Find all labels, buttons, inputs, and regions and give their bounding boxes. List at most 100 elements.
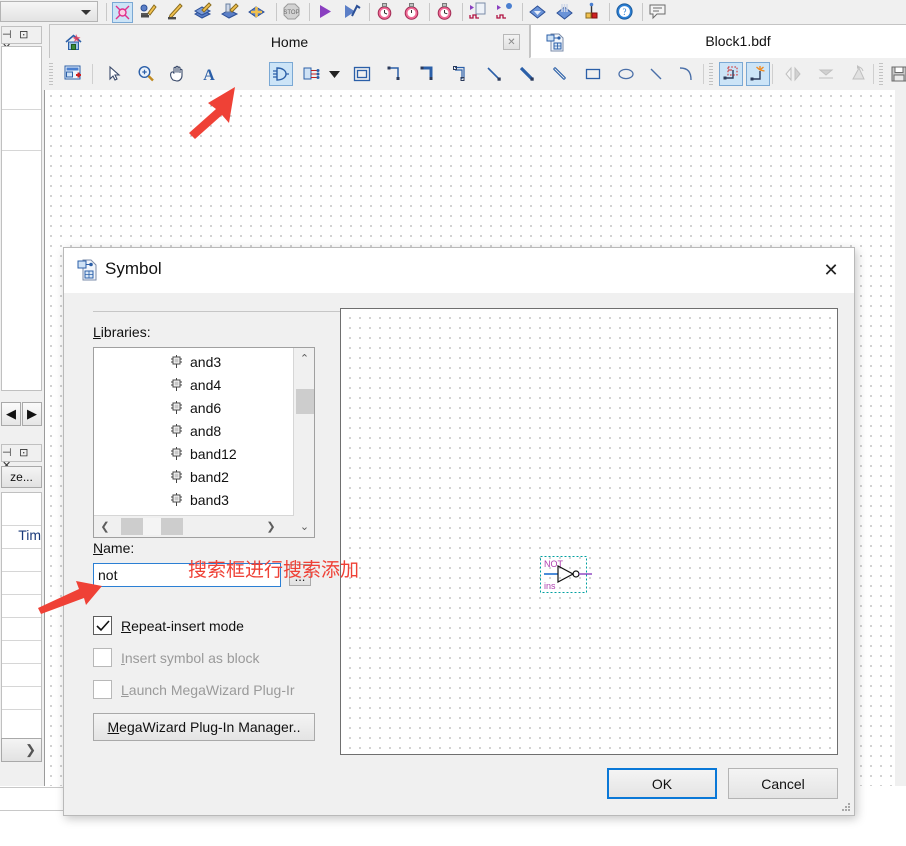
ok-button[interactable]: OK xyxy=(607,768,717,799)
toolbar-drag-grip[interactable] xyxy=(879,63,883,85)
megawizard-plugin-manager-button[interactable]: MegaWizard Plug-In Manager.. xyxy=(93,713,315,741)
orthogonal-node-tool-icon[interactable] xyxy=(383,62,407,86)
flip-vertical-icon[interactable] xyxy=(814,62,838,86)
vertical-scroll-thumb[interactable] xyxy=(296,389,314,414)
checkbox-insert-symbol-as-block[interactable]: Insert symbol as block xyxy=(93,648,260,667)
nav-prev-icon: ◀ xyxy=(6,406,16,421)
toolbar-drag-grip[interactable] xyxy=(49,63,53,85)
list-item[interactable]: and3 xyxy=(94,350,292,373)
libraries-list[interactable]: and3 and4 and6 and8 band12 band2 band3 xyxy=(94,350,292,514)
symbol-preview-pane[interactable]: NOT ins xyxy=(340,308,838,755)
analysis-synthesis-icon[interactable] xyxy=(139,2,160,23)
flip-horizontal-icon[interactable] xyxy=(781,62,805,86)
scroll-right-button[interactable]: ❯ xyxy=(260,516,282,537)
in-system-memory-editor-icon[interactable] xyxy=(582,2,603,23)
toolbar-drag-grip[interactable] xyxy=(709,63,713,85)
oval-tool-icon[interactable] xyxy=(614,62,638,86)
text-tool-icon[interactable]: A xyxy=(197,62,221,86)
block-tool-icon[interactable] xyxy=(350,62,374,86)
close-icon: ✕ xyxy=(507,36,516,48)
toolbar-separator xyxy=(609,3,610,21)
dock-panel-2-header[interactable]: ⊣ ⊡ ✕ xyxy=(1,444,42,472)
drawing-toolbar: A xyxy=(44,58,906,91)
rubberbanding-icon[interactable] xyxy=(719,62,743,86)
application-toolbar: STOP ? xyxy=(0,0,906,25)
selection-tool-icon[interactable] xyxy=(102,62,126,86)
diagonal-bus-tool-icon[interactable] xyxy=(515,62,539,86)
list-item[interactable]: and6 xyxy=(94,396,292,419)
checkbox-repeat-insert-mode[interactable]: Repeat-insert mode xyxy=(93,616,244,635)
rectangle-tool-icon[interactable] xyxy=(581,62,605,86)
dock-panel-2-action-label: ze... xyxy=(10,470,33,484)
zoom-tool-icon[interactable] xyxy=(134,62,158,86)
dock-panel-2-next-button[interactable]: ❯ xyxy=(1,738,42,762)
stop-processing-icon[interactable]: STOP xyxy=(282,2,303,23)
libraries-listbox[interactable]: and3 and4 and6 and8 band12 band2 band3 ⌃… xyxy=(93,347,315,538)
messages-icon[interactable] xyxy=(648,2,669,23)
netlist-viewer-b-icon[interactable] xyxy=(495,2,516,23)
checkbox-box[interactable] xyxy=(93,648,112,667)
save-icon[interactable] xyxy=(887,62,906,86)
scroll-left-button[interactable]: ❮ xyxy=(94,516,116,537)
toolbar-separator xyxy=(429,3,430,21)
pin-dropdown-caret-icon[interactable] xyxy=(327,62,341,86)
timing-report-icon[interactable] xyxy=(435,2,456,23)
checkbox-launch-megawizard[interactable]: Launch MegaWizard Plug-Ir xyxy=(93,680,295,699)
new-block-tool-icon[interactable] xyxy=(61,62,85,86)
fitter-place-route-icon[interactable] xyxy=(166,2,187,23)
assembler-icon[interactable] xyxy=(193,2,214,23)
scroll-up-button[interactable]: ⌃ xyxy=(294,348,315,369)
home-icon xyxy=(64,33,83,54)
compile-design-icon[interactable] xyxy=(112,2,133,23)
symbol-dialog-close-button[interactable]: ✕ xyxy=(808,248,854,293)
list-item[interactable]: band2 xyxy=(94,465,292,488)
project-selector-combo[interactable] xyxy=(0,1,98,22)
checkbox-box[interactable] xyxy=(93,616,112,635)
tab-block1-bdf[interactable]: Block1.bdf xyxy=(530,24,906,58)
list-item[interactable]: band12 xyxy=(94,442,292,465)
orthogonal-bus-tool-icon[interactable] xyxy=(416,62,440,86)
signaltap-icon[interactable] xyxy=(555,2,576,23)
orthogonal-conduit-tool-icon[interactable] xyxy=(449,62,473,86)
start-compilation-icon[interactable] xyxy=(315,2,336,23)
timequest-icon[interactable] xyxy=(402,2,423,23)
hand-tool-icon[interactable] xyxy=(165,62,189,86)
scroll-down-button[interactable]: ⌄ xyxy=(294,516,315,537)
diagonal-conduit-tool-icon[interactable] xyxy=(548,62,572,86)
netlist-viewer-a-icon[interactable] xyxy=(468,2,489,23)
dock-panel-2-action-button[interactable]: ze... xyxy=(1,466,42,488)
list-item[interactable]: band3 xyxy=(94,488,292,511)
timing-analyzer-tool-icon[interactable] xyxy=(375,2,396,23)
arc-tool-icon[interactable] xyxy=(673,62,697,86)
nav-next-button[interactable]: ▶ xyxy=(22,402,42,426)
horizontal-scroll-thumb[interactable] xyxy=(121,518,183,535)
chevron-up-icon: ⌃ xyxy=(299,353,310,365)
name-label-accesskey: N xyxy=(93,540,104,556)
libraries-vertical-scrollbar[interactable]: ⌃ ⌄ xyxy=(293,348,314,537)
partial-line-select-icon[interactable] xyxy=(746,62,770,86)
svg-text:STOP: STOP xyxy=(283,10,299,16)
list-item[interactable]: and8 xyxy=(94,419,292,442)
dialog-resize-grip[interactable] xyxy=(841,802,851,812)
name-label-rest: ame: xyxy=(103,540,135,556)
tab-home-close-button[interactable]: ✕ xyxy=(503,34,520,50)
canvas-right-gutter xyxy=(895,90,906,786)
line-tool-icon[interactable] xyxy=(644,62,668,86)
timing-analyzer-icon[interactable] xyxy=(220,2,241,23)
tab-home[interactable]: Home ✕ xyxy=(49,24,530,58)
libraries-horizontal-scrollbar[interactable]: ❮ ❯ xyxy=(94,515,294,537)
cancel-button[interactable]: Cancel xyxy=(728,768,838,799)
pin-tool-icon[interactable] xyxy=(300,62,324,86)
nav-prev-button[interactable]: ◀ xyxy=(1,402,21,426)
help-icon[interactable]: ? xyxy=(615,2,636,23)
checkbox-box[interactable] xyxy=(93,680,112,699)
list-item[interactable]: and4 xyxy=(94,373,292,396)
diagonal-node-tool-icon[interactable] xyxy=(482,62,506,86)
symbol-tool-icon[interactable] xyxy=(269,62,293,86)
rotate-left-icon[interactable] xyxy=(847,62,871,86)
eda-netlist-writer-icon[interactable] xyxy=(247,2,268,23)
program-device-icon[interactable] xyxy=(528,2,549,23)
dock-panel-1-header[interactable]: ⊣ ⊡ ✕ xyxy=(1,26,42,54)
start-analysis-icon[interactable] xyxy=(342,2,363,23)
checkbox-label: Repeat-insert mode xyxy=(121,618,244,634)
